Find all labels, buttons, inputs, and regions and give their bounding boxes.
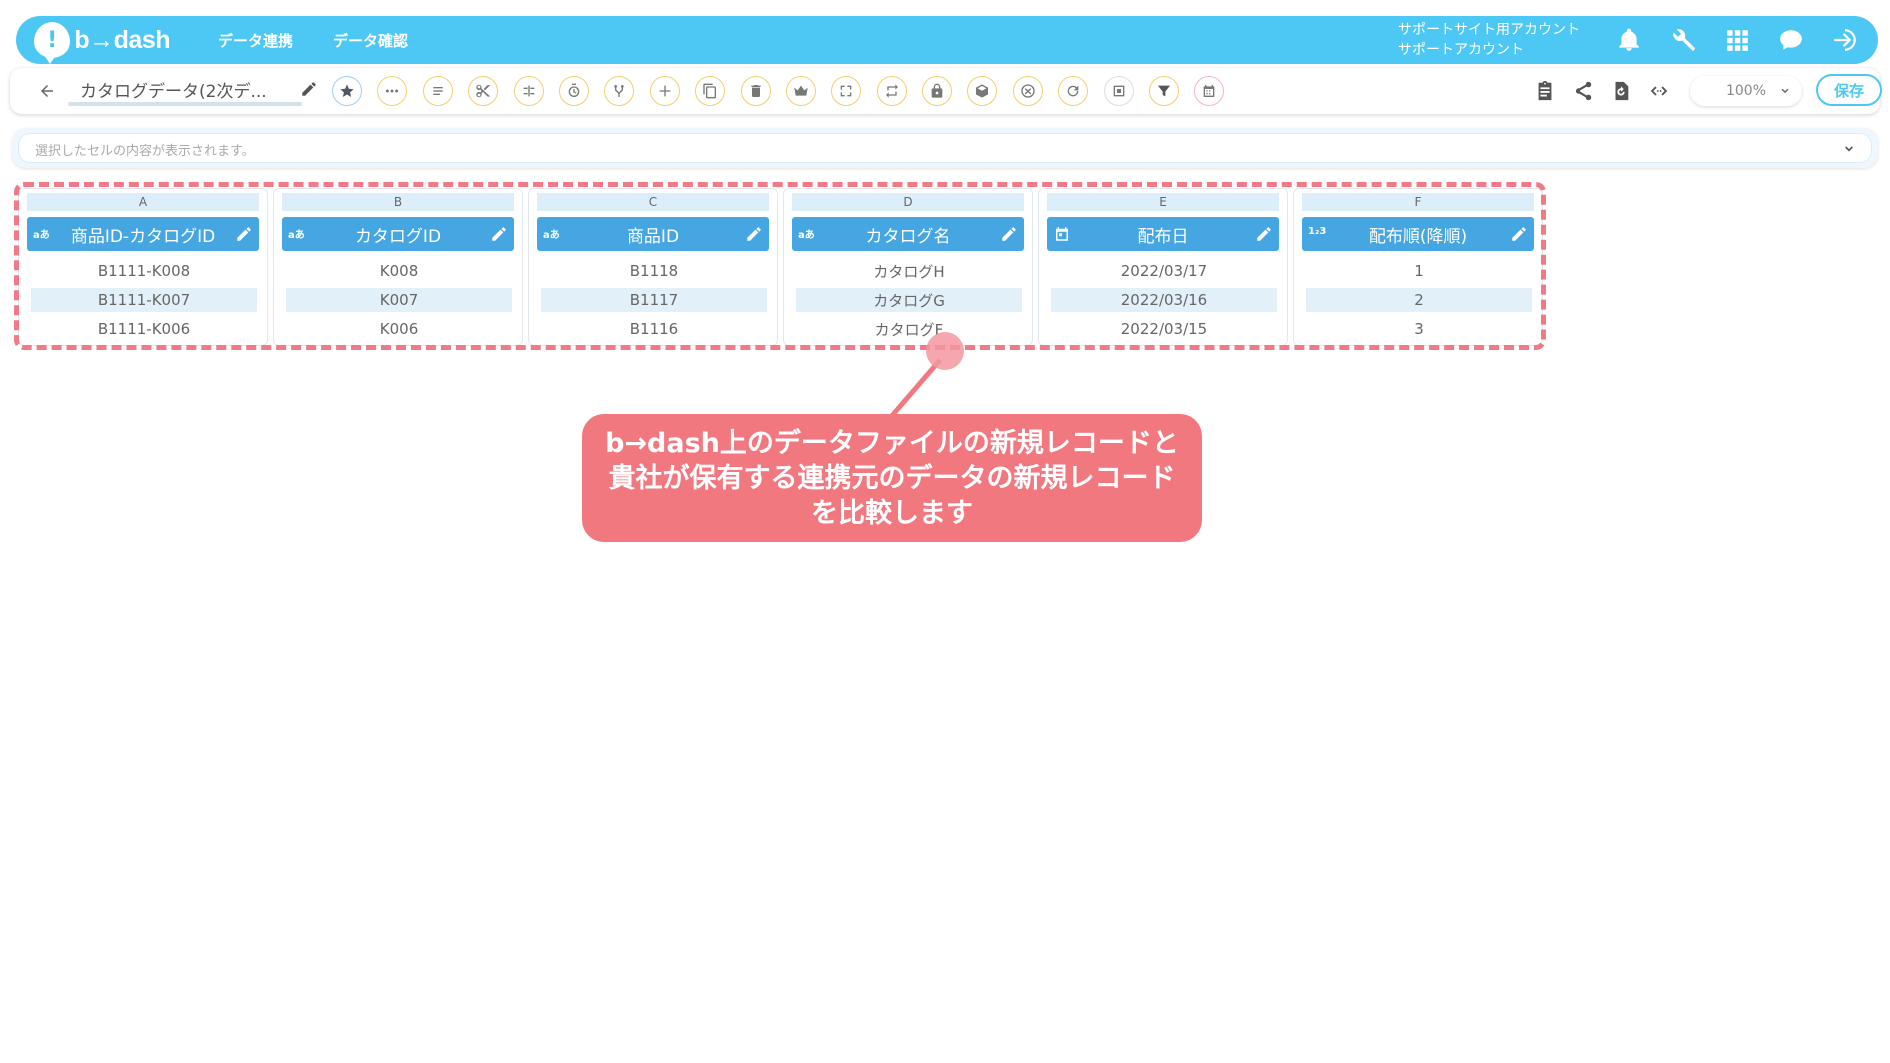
cell-content-field[interactable]: 選択したセルの内容が表示されます。 xyxy=(18,133,1872,163)
copy-icon[interactable] xyxy=(695,76,726,106)
repeat-icon[interactable] xyxy=(876,76,907,106)
list-icon[interactable] xyxy=(422,76,453,106)
file-title[interactable]: カタログデータ(2次デ... xyxy=(80,77,302,105)
chevron-down-icon[interactable] xyxy=(1841,141,1857,157)
logout-icon[interactable] xyxy=(1824,20,1866,60)
zoom-value: 100% xyxy=(1725,83,1767,99)
code-icon[interactable] xyxy=(1646,78,1672,104)
wrench-icon[interactable] xyxy=(1662,20,1704,60)
tool-row xyxy=(332,76,1240,106)
chevron-down-icon xyxy=(1781,88,1789,94)
account-name: サポートサイト用アカウント xyxy=(1398,22,1580,38)
trash-icon[interactable] xyxy=(740,76,771,106)
zoom-select[interactable]: 100% xyxy=(1690,76,1802,106)
expand-icon[interactable] xyxy=(831,76,862,106)
editor-toolbar: カタログデータ(2次デ... 100% 保存 xyxy=(10,68,1882,114)
bell-icon[interactable] xyxy=(1608,20,1650,60)
logo-mark: ! xyxy=(47,27,58,53)
clipboard-icon[interactable] xyxy=(1532,78,1558,104)
logo[interactable]: ! b→dash xyxy=(34,20,170,64)
highlight-dot xyxy=(926,332,964,370)
dots-icon[interactable] xyxy=(377,76,408,106)
branch-icon[interactable] xyxy=(604,76,635,106)
chat-icon[interactable] xyxy=(1770,20,1812,60)
highlight-dashed-box xyxy=(14,182,1546,350)
top-header: ! b→dash データ連携 データ確認 サポートサイト用アカウント サポートア… xyxy=(16,16,1878,64)
plus-icon[interactable] xyxy=(649,76,680,106)
scissors-icon[interactable] xyxy=(468,76,499,106)
nav-data-integration[interactable]: データ連携 xyxy=(218,30,293,51)
grid-icon[interactable] xyxy=(1716,20,1758,60)
merge-icon[interactable] xyxy=(513,76,544,106)
edit-title-icon[interactable] xyxy=(300,80,320,100)
lock-icon[interactable] xyxy=(922,76,953,106)
frame-icon[interactable] xyxy=(1103,76,1134,106)
back-arrow-icon[interactable] xyxy=(36,80,58,102)
account-user: サポートアカウント xyxy=(1398,42,1524,58)
filter-icon[interactable] xyxy=(1149,76,1180,106)
logo-text: b→dash xyxy=(74,25,170,54)
box-icon[interactable] xyxy=(967,76,998,106)
nav-data-check[interactable]: データ確認 xyxy=(333,30,408,51)
file-title-underline xyxy=(68,102,302,106)
callout-line-3: を比較します xyxy=(811,497,973,529)
right-tools xyxy=(1532,78,1684,104)
callout-line-2: 貴社が保有する連携元のデータの新規レコード xyxy=(608,462,1176,494)
crown-icon[interactable] xyxy=(785,76,816,106)
history-icon[interactable] xyxy=(1608,78,1634,104)
close-circle-icon[interactable] xyxy=(1012,76,1043,106)
screen: ! b→dash データ連携 データ確認 サポートサイト用アカウント サポートア… xyxy=(0,0,1890,1063)
refresh-icon[interactable] xyxy=(1058,76,1089,106)
cell-content-placeholder: 選択したセルの内容が表示されます。 xyxy=(35,144,255,159)
calendar-grid-icon[interactable] xyxy=(1194,76,1225,106)
share-icon[interactable] xyxy=(1570,78,1596,104)
timer-icon[interactable] xyxy=(558,76,589,106)
logo-bubble-icon: ! xyxy=(34,22,71,64)
callout-box: b→dash上のデータファイルの新規レコードと 貴社が保有する連携元のデータの新… xyxy=(582,414,1202,542)
save-button[interactable]: 保存 xyxy=(1816,74,1882,106)
callout-line-1: b→dash上のデータファイルの新規レコードと xyxy=(605,427,1179,459)
cell-content-bar: 選択したセルの内容が表示されます。 xyxy=(12,128,1878,168)
star-icon[interactable] xyxy=(332,76,362,106)
account-info[interactable]: サポートサイト用アカウント サポートアカウント xyxy=(1398,20,1580,60)
